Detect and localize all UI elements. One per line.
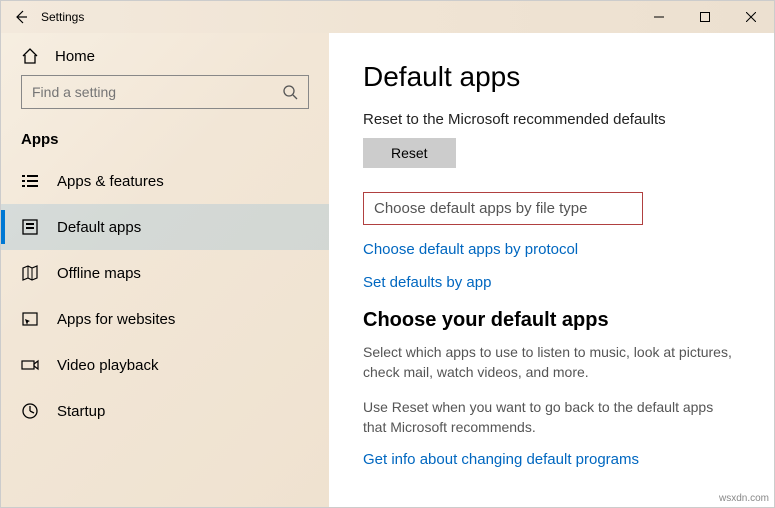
sidebar-home-label: Home: [55, 48, 95, 65]
sidebar-item-video-playback[interactable]: Video playback: [1, 342, 329, 388]
sidebar-item-label: Video playback: [57, 357, 158, 374]
link-choose-by-filetype[interactable]: Choose default apps by file type: [363, 192, 643, 225]
sidebar-item-label: Apps for websites: [57, 311, 175, 328]
apps-websites-icon: [21, 310, 39, 328]
search-input[interactable]: [21, 75, 309, 109]
link-choose-by-protocol[interactable]: Choose default apps by protocol: [363, 241, 740, 258]
watermark: wsxdn.com: [719, 493, 769, 504]
sidebar-item-label: Default apps: [57, 219, 141, 236]
sidebar-item-apps-websites[interactable]: Apps for websites: [1, 296, 329, 342]
startup-icon: [21, 402, 39, 420]
sidebar-home[interactable]: Home: [1, 33, 329, 75]
sidebar-item-startup[interactable]: Startup: [1, 388, 329, 434]
close-button[interactable]: [728, 1, 774, 33]
reset-button[interactable]: Reset: [363, 138, 456, 168]
minimize-button[interactable]: [636, 1, 682, 33]
sidebar-item-apps-features[interactable]: Apps & features: [1, 158, 329, 204]
search-field[interactable]: [32, 84, 282, 100]
default-apps-icon: [21, 218, 39, 236]
page-title: Default apps: [363, 61, 740, 93]
sidebar-category: Apps: [1, 123, 329, 158]
sidebar-item-offline-maps[interactable]: Offline maps: [1, 250, 329, 296]
search-icon: [282, 84, 298, 100]
back-icon[interactable]: [13, 9, 29, 25]
reset-heading: Reset to the Microsoft recommended defau…: [363, 111, 740, 128]
home-icon: [21, 47, 39, 65]
link-get-info[interactable]: Get info about changing default programs: [363, 451, 740, 468]
sidebar-item-label: Startup: [57, 403, 105, 420]
app-name: Settings: [41, 10, 84, 24]
sidebar-item-label: Apps & features: [57, 173, 164, 190]
choose-default-apps-title: Choose your default apps: [363, 309, 740, 332]
choose-desc-2: Use Reset when you want to go back to th…: [363, 397, 740, 438]
choose-desc-1: Select which apps to use to listen to mu…: [363, 342, 740, 383]
list-icon: [21, 172, 39, 190]
sidebar-item-label: Offline maps: [57, 265, 141, 282]
map-icon: [21, 264, 39, 282]
link-set-defaults-by-app[interactable]: Set defaults by app: [363, 274, 740, 291]
sidebar-item-default-apps[interactable]: Default apps: [1, 204, 329, 250]
video-icon: [21, 356, 39, 374]
maximize-button[interactable]: [682, 1, 728, 33]
